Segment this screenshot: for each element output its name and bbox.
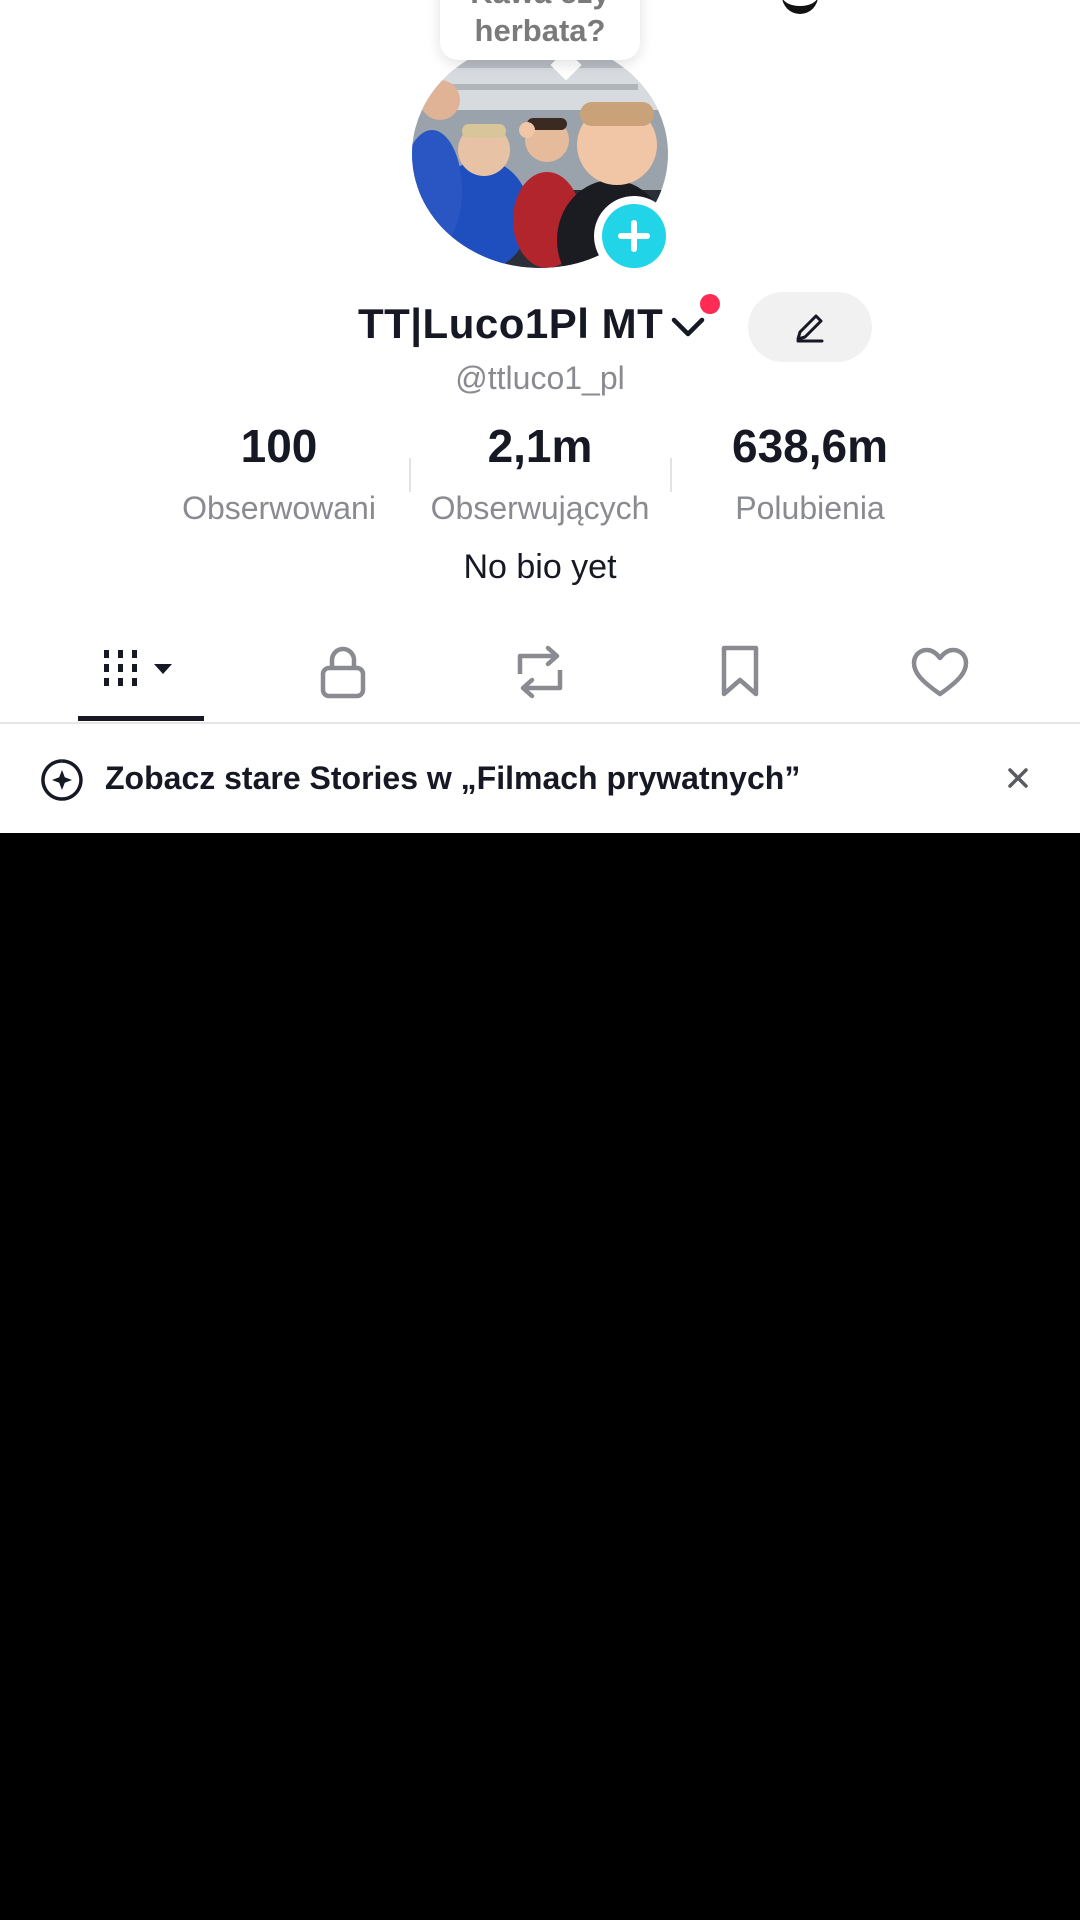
stat-following-label: Obserwowani — [182, 490, 376, 526]
screen: Kawa czy herbata? — [0, 0, 1080, 1920]
tab-videos[interactable] — [40, 630, 240, 722]
banner-text: Zobacz stare Stories w „Filmach prywatny… — [105, 760, 801, 796]
close-icon[interactable] — [1000, 760, 1036, 796]
username: @ttluco1_pl — [455, 360, 625, 396]
profile-tabs — [0, 630, 1080, 724]
plus-icon — [602, 204, 666, 268]
stat-likes[interactable]: 638,6m Polubienia — [700, 418, 920, 528]
pencil-icon — [796, 314, 824, 343]
chevron-down-icon[interactable] — [670, 312, 706, 342]
stat-followers[interactable]: 2,1m Obserwujących — [420, 418, 660, 528]
stat-divider — [670, 458, 672, 492]
stat-followers-label: Obserwujących — [430, 490, 650, 526]
tab-selected-indicator — [78, 716, 204, 721]
add-story-button[interactable] — [594, 196, 674, 276]
profile-panel: Kawa czy herbata? — [0, 0, 1080, 833]
stat-divider — [409, 458, 411, 492]
display-name[interactable]: TT|Luco1Pl MT — [358, 300, 663, 348]
edit-profile-button[interactable] — [748, 292, 872, 362]
tab-favorites[interactable] — [640, 630, 840, 722]
tab-liked[interactable] — [840, 630, 1040, 722]
avatar-note-text: Kawa czy herbata? — [470, 0, 610, 48]
story-add-icon — [41, 759, 83, 801]
stat-following-value: 100 — [240, 420, 318, 472]
stat-followers-value: 2,1m — [487, 420, 593, 472]
notification-dot — [700, 294, 720, 314]
grid-icon — [104, 650, 172, 686]
name-row: TT|Luco1Pl MT — [0, 292, 1080, 362]
stat-likes-label: Polubienia — [735, 490, 885, 526]
bookmark-icon — [721, 645, 759, 697]
stories-banner[interactable]: Zobacz stare Stories w „Filmach prywatny… — [0, 724, 1080, 833]
avatar-note-bubble[interactable]: Kawa czy herbata? — [440, 0, 640, 60]
stat-likes-value: 638,6m — [731, 420, 888, 472]
heart-icon — [911, 647, 969, 697]
repost-icon — [517, 645, 563, 699]
lock-icon — [320, 646, 366, 699]
partial-icon — [782, 0, 818, 14]
bio[interactable]: No bio yet — [0, 548, 1080, 587]
tab-reposts[interactable] — [440, 630, 640, 722]
stat-following[interactable]: 100 Obserwowani — [164, 418, 394, 528]
tab-private[interactable] — [240, 630, 440, 722]
